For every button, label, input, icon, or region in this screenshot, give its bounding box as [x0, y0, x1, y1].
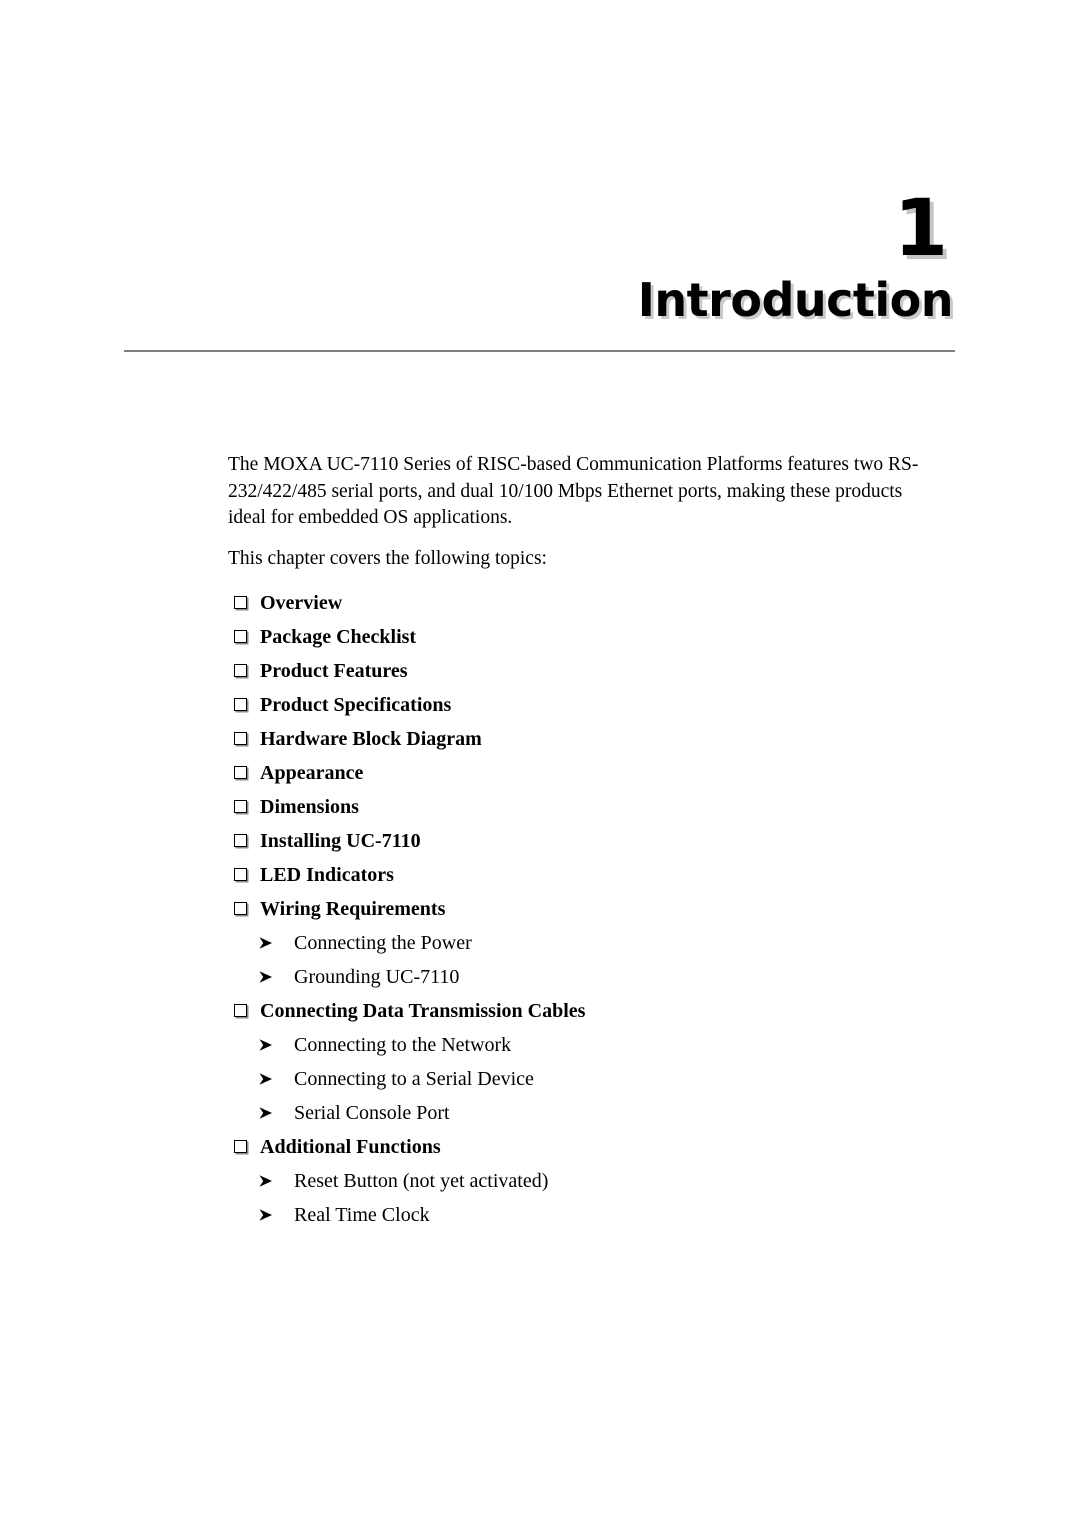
box-bullet-icon: [234, 628, 260, 648]
page-title: Introduction: [637, 273, 954, 327]
topic-item-label: Connecting to the Network: [294, 1034, 512, 1056]
topics-list: Overview Package Checklist Product Feature…: [228, 590, 938, 1236]
arrow-bullet-icon: [258, 1205, 294, 1225]
topic-list-item[interactable]: Product Features: [228, 658, 938, 692]
topic-item-label: Serial Console Port: [294, 1102, 450, 1124]
topic-item-label: Reset Button (not yet activated): [294, 1170, 549, 1192]
topic-item-label: Grounding UC-7110: [294, 966, 460, 988]
topic-list-item[interactable]: Connecting the Power: [228, 930, 938, 964]
arrow-bullet-icon: [258, 1069, 294, 1089]
topic-list-item[interactable]: Hardware Block Diagram: [228, 726, 938, 760]
topic-list-item[interactable]: Overview: [228, 590, 938, 624]
topic-list-item[interactable]: Dimensions: [228, 794, 938, 828]
box-bullet-icon: [234, 798, 260, 818]
box-bullet-icon: [234, 594, 260, 614]
topic-item-label: Dimensions: [260, 796, 359, 818]
topic-item-label: Hardware Block Diagram: [260, 728, 482, 750]
topic-item-label: Product Specifications: [260, 694, 452, 716]
header-divider: [124, 350, 955, 352]
topic-item-label: Connecting the Power: [294, 932, 472, 954]
topic-list-item[interactable]: Additional Functions: [228, 1134, 938, 1168]
topic-item-label: Overview: [260, 592, 343, 614]
box-bullet-icon: [234, 900, 260, 920]
topic-list-item[interactable]: Connecting Data Transmission Cables: [228, 998, 938, 1032]
box-bullet-icon: [234, 866, 260, 886]
topic-list-item[interactable]: Appearance: [228, 760, 938, 794]
topic-list-item[interactable]: Package Checklist: [228, 624, 938, 658]
arrow-bullet-icon: [258, 1171, 294, 1191]
arrow-bullet-icon: [258, 967, 294, 987]
intro-paragraph: The MOXA UC-7110 Series of RISC-based Co…: [228, 454, 919, 528]
topic-list-item[interactable]: Connecting to the Network: [228, 1032, 938, 1066]
topic-item-label: Product Features: [260, 660, 408, 682]
box-bullet-icon: [234, 832, 260, 852]
document-page: 1 Introduction The MOXA UC-7110 Series o…: [0, 0, 1080, 1527]
arrow-bullet-icon: [258, 933, 294, 953]
arrow-bullet-icon: [258, 1035, 294, 1055]
chapter-number: 1: [893, 184, 948, 274]
box-bullet-icon: [234, 764, 260, 784]
chapter-header: 1 Introduction: [124, 190, 955, 326]
box-bullet-icon: [234, 662, 260, 682]
box-bullet-icon: [234, 1002, 260, 1022]
topic-list-item[interactable]: Reset Button (not yet activated): [228, 1168, 938, 1202]
topic-item-label: Package Checklist: [260, 626, 417, 648]
topic-list-item[interactable]: LED Indicators: [228, 862, 938, 896]
arrow-bullet-icon: [258, 1103, 294, 1123]
topic-list-item[interactable]: Grounding UC-7110: [228, 964, 938, 998]
page-content: The MOXA UC-7110 Series of RISC-based Co…: [228, 452, 938, 1236]
box-bullet-icon: [234, 1138, 260, 1158]
topics-lead-in-text: This chapter covers the following topics…: [228, 547, 547, 569]
topic-item-label: LED Indicators: [260, 864, 394, 886]
topic-item-label: Wiring Requirements: [260, 898, 446, 920]
box-bullet-icon: [234, 730, 260, 750]
topic-list-item[interactable]: Connecting to a Serial Device: [228, 1066, 938, 1100]
topic-list-item[interactable]: Product Specifications: [228, 692, 938, 726]
topic-list-item[interactable]: Installing UC-7110: [228, 828, 938, 862]
topic-list-item[interactable]: Wiring Requirements: [228, 896, 938, 930]
topic-list-item[interactable]: Serial Console Port: [228, 1100, 938, 1134]
topic-item-label: Appearance: [260, 762, 364, 784]
topic-list-item[interactable]: Real Time Clock: [228, 1202, 938, 1236]
topic-item-label: Connecting to a Serial Device: [294, 1068, 534, 1090]
topic-item-label: Real Time Clock: [294, 1204, 430, 1226]
topic-item-label: Installing UC-7110: [260, 830, 421, 852]
topic-item-label: Additional Functions: [260, 1136, 441, 1158]
topic-item-label: Connecting Data Transmission Cables: [260, 1000, 586, 1022]
box-bullet-icon: [234, 696, 260, 716]
